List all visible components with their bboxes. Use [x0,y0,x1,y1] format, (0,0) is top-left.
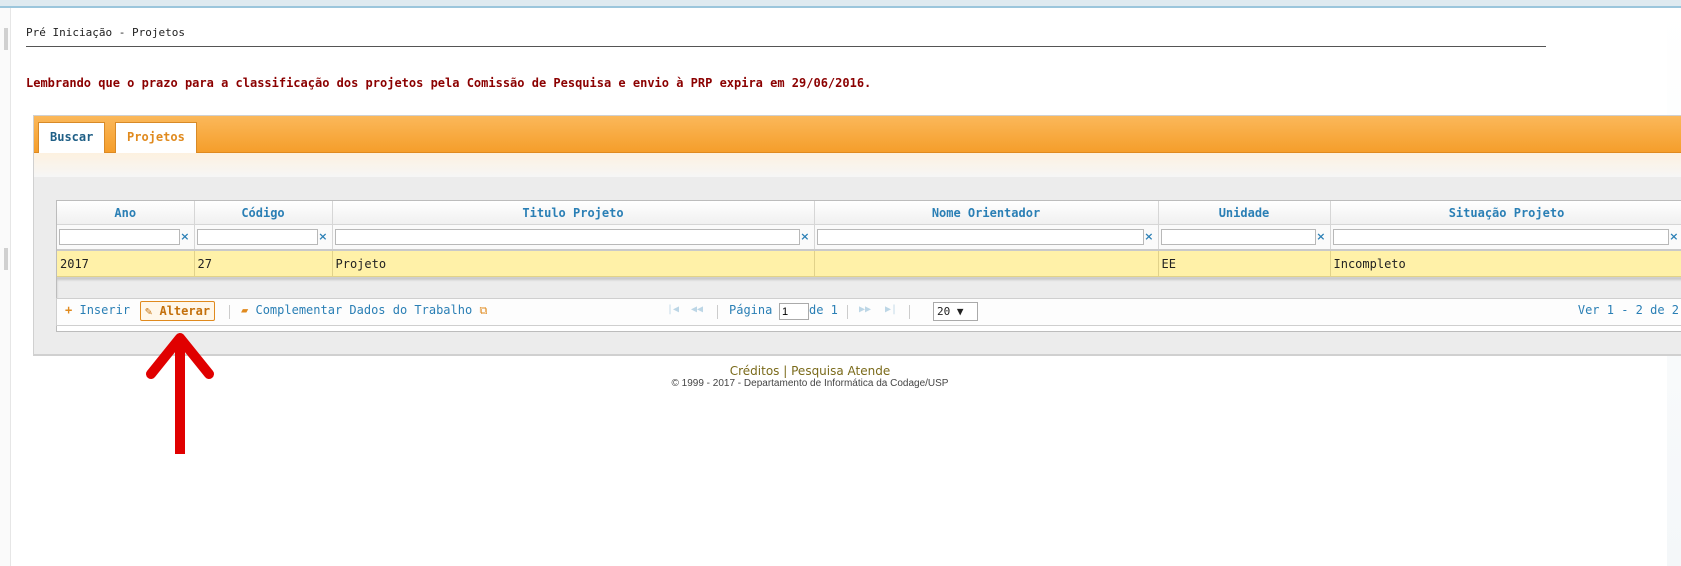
complementar-label: Complementar Dados do Trabalho [255,303,473,317]
total-pages-label: de 1 [809,303,838,317]
copyright: © 1999 - 2017 - Departamento de Informát… [671,378,949,389]
filter-titulo-input[interactable] [334,229,800,246]
complementar-button[interactable]: ▰ Complementar Dados do Trabalho ⧉ [241,303,487,318]
table-row[interactable]: 2017 27 Projeto EE Incompleto [57,250,1681,277]
pencil-icon: ✎ [145,304,153,318]
tab-buscar[interactable]: Buscar [38,122,106,153]
tab-projetos[interactable]: Projetos [115,122,197,154]
filter-ano-input[interactable] [59,229,180,246]
plus-icon: + [65,303,73,317]
alterar-button[interactable]: ✎ Alterar [140,301,216,321]
top-border [0,0,1681,8]
grid-filter-row: × × × × × × [57,224,1681,251]
pager-separator [229,305,230,319]
grid-header-row: Ano Código Titulo Projeto Nome Orientado… [57,201,1681,225]
pager-separator [847,305,848,319]
cell-unidade: EE [1158,250,1331,277]
horizontal-scrollbar[interactable] [57,277,1681,298]
page-number-input[interactable] [779,303,809,320]
footer-separator: | [783,364,788,378]
next-page-icon[interactable]: ▶▶ [859,304,871,315]
annotation-arrow-icon [146,333,214,454]
inserir-label: Inserir [79,303,131,317]
folder-icon: ▰ [241,303,249,317]
pager-separator [717,305,718,319]
column-header-ano[interactable]: Ano [57,201,195,225]
records-range: Ver 1 - 2 de 2 [1577,303,1679,317]
tab-bar: Buscar Projetos [34,116,1681,154]
prev-page-icon[interactable]: ◀◀ [691,304,703,315]
clear-icon[interactable]: × [318,230,327,243]
pager-separator [909,305,910,319]
column-header-orientador[interactable]: Nome Orientador [814,201,1159,225]
cell-codigo: 27 [194,250,333,277]
footer-links: Créditos | Pesquisa Atende [0,364,1620,378]
creditos-link[interactable]: Créditos [730,364,780,378]
last-page-icon[interactable]: ▶| [885,304,897,315]
cell-titulo: Projeto [332,250,815,277]
filter-codigo-input[interactable] [196,229,318,246]
cell-situacao: Incompleto [1330,250,1681,277]
clear-icon[interactable]: × [800,230,809,243]
filter-situacao-input[interactable] [1332,229,1669,246]
inserir-button[interactable]: + Inserir [65,303,130,317]
tab-content-header [34,153,1681,177]
left-frame-marker [4,28,8,50]
cell-ano: 2017 [57,250,195,277]
pesquisa-atende-link[interactable]: Pesquisa Atende [791,364,890,378]
column-header-unidade[interactable]: Unidade [1158,201,1331,225]
grid-pager: + Inserir ✎ Alterar ▰ Complementar Dados… [56,298,1681,326]
external-link-icon: ⧉ [479,304,488,317]
clear-icon[interactable]: × [1669,230,1678,243]
cell-orientador [814,250,1159,277]
projects-panel: Buscar Projetos Ano Código Titulo Projet… [33,115,1681,355]
column-header-codigo[interactable]: Código [194,201,333,225]
column-header-titulo[interactable]: Titulo Projeto [332,201,815,225]
pagina-label: Página [729,303,773,317]
page-size-select[interactable]: 20 ▼ [933,302,978,321]
left-frame-marker [4,248,8,270]
filter-unidade-input[interactable] [1160,229,1316,246]
footer-divider [33,355,1681,356]
deadline-notice: Lembrando que o prazo para a classificaç… [26,76,872,90]
filter-orientador-input[interactable] [816,229,1144,246]
alterar-label: Alterar [159,304,211,318]
clear-icon[interactable]: × [1316,230,1325,243]
clear-icon[interactable]: × [180,230,189,243]
first-page-icon[interactable]: |◀ [667,304,679,315]
breadcrumb: Pré Iniciação - Projetos [26,26,185,39]
breadcrumb-divider [26,46,1546,47]
clear-icon[interactable]: × [1144,230,1153,243]
left-frame [0,8,11,566]
column-header-situacao[interactable]: Situação Projeto [1330,201,1681,225]
